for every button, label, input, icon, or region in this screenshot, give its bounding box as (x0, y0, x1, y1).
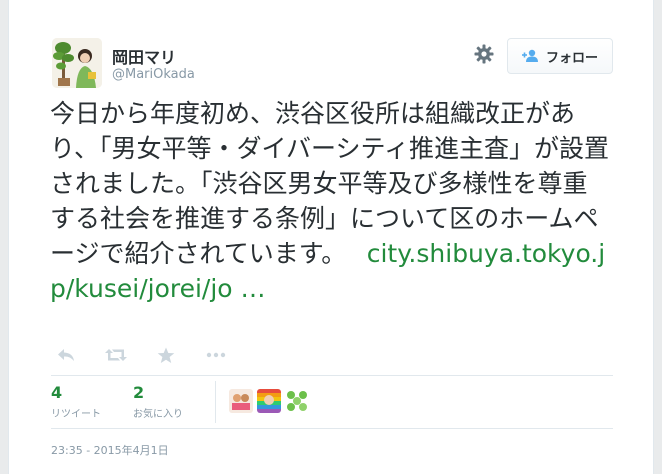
user-name[interactable]: 岡田マリ (112, 44, 176, 68)
divider-top (51, 375, 613, 376)
retweet-label: リツイート (51, 409, 101, 420)
favorite-label: お気に入り (133, 409, 183, 420)
retweet-count: 4 (51, 383, 63, 402)
follow-button[interactable]: フォロー (507, 38, 613, 74)
tweet-actions (53, 344, 253, 366)
avatar-image (52, 38, 102, 88)
retweet-stat[interactable]: 4 リツイート (51, 383, 101, 420)
user-handle[interactable]: @MariOkada (112, 67, 195, 82)
tweet-timestamp[interactable]: 23:35 - 2015年4月1日 (51, 442, 169, 458)
stats-separator (215, 381, 216, 423)
divider-bottom (51, 428, 613, 429)
reply-icon[interactable] (53, 345, 79, 365)
tweet-card: 岡田マリ @MariOkada フォロー 今日から年度初め、渋谷区役所は組織改正… (8, 0, 654, 474)
favorite-count: 2 (133, 383, 145, 402)
follow-button-label: フォロー (545, 50, 598, 66)
favorite-stat[interactable]: 2 お気に入り (133, 383, 183, 420)
favoriter-avatar[interactable] (257, 389, 281, 413)
favoriter-avatar[interactable] (285, 389, 309, 413)
avatar[interactable] (52, 38, 102, 88)
favoriter-avatars (229, 389, 309, 413)
tweet-text: 今日から年度初め、渋谷区役所は組織改正があり、「男女平等・ダイバーシティ推進主査… (50, 96, 610, 306)
gear-icon[interactable] (473, 43, 495, 65)
favoriter-avatar[interactable] (229, 389, 253, 413)
favorite-star-icon[interactable] (153, 345, 179, 365)
retweet-icon[interactable] (103, 345, 129, 365)
more-dots-icon[interactable] (203, 345, 229, 365)
follow-person-icon (521, 49, 538, 62)
